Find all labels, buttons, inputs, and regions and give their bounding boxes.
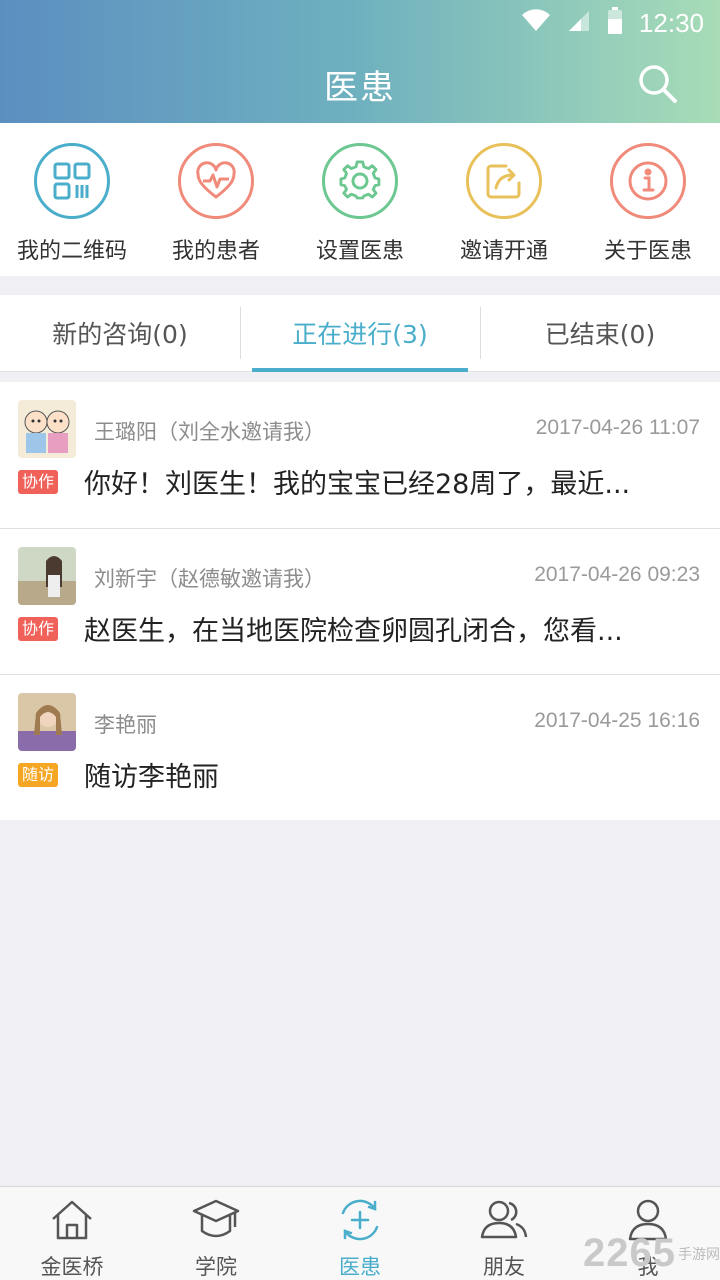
nav-home-label: 金医桥 (40, 1255, 104, 1279)
consult-time: 2017-04-26 09:23 (534, 563, 700, 586)
qrcode-icon (34, 143, 110, 219)
consult-time: 2017-04-25 16:16 (534, 709, 700, 732)
patient-name: 刘新宇（赵德敏邀请我） (94, 567, 325, 591)
avatar (18, 400, 76, 458)
consult-list: 王璐阳（刘全水邀请我） 2017-04-26 11:07 协作 你好！刘医生！我… (0, 382, 720, 820)
heart-pulse-icon (178, 143, 254, 219)
status-badge: 随访 (18, 763, 59, 787)
graduation-cap-icon (191, 1197, 241, 1247)
nav-home[interactable]: 金医桥 (0, 1187, 144, 1280)
nav-doctor-patient-label: 医患 (339, 1255, 381, 1279)
signal-icon (567, 9, 591, 37)
consult-message: 你好！刘医生！我的宝宝已经28周了，最近... (84, 469, 631, 500)
about-label: 关于医患 (603, 239, 692, 264)
wifi-icon (521, 9, 551, 37)
nav-academy[interactable]: 学院 (144, 1187, 288, 1280)
about-button[interactable]: 关于医患 (576, 123, 720, 276)
my-patients-label: 我的患者 (171, 239, 260, 264)
consult-row[interactable]: 李艳丽 2017-04-25 16:16 随访 随访李艳丽 (0, 674, 720, 820)
settings-button[interactable]: 设置医患 (288, 123, 432, 276)
invite-button[interactable]: 邀请开通 (432, 123, 576, 276)
patient-name: 李艳丽 (94, 713, 157, 737)
title-bar: 医患 (0, 46, 720, 123)
avatar (18, 693, 76, 751)
gear-icon (322, 143, 398, 219)
quick-actions: 我的二维码 我的患者 设置医患 邀请开通 关于医患 (0, 123, 720, 276)
status-time: 12:30 (638, 7, 704, 38)
info-icon (610, 143, 686, 219)
watermark-number: 2265 (583, 1231, 676, 1275)
friends-icon (479, 1197, 529, 1247)
nav-doctor-patient[interactable]: 医患 (288, 1187, 432, 1280)
invite-label: 邀请开通 (459, 239, 548, 264)
battery-icon (607, 7, 623, 39)
patient-name: 王璐阳（刘全水邀请我） (94, 420, 325, 444)
watermark: 2265 手游网 (583, 1231, 720, 1276)
doctor-patient-icon (335, 1197, 385, 1247)
consult-message: 随访李艳丽 (84, 762, 219, 793)
share-icon (466, 143, 542, 219)
nav-friends[interactable]: 朋友 (432, 1187, 576, 1280)
status-bar: 12:30 (0, 0, 720, 46)
home-icon (49, 1197, 95, 1247)
consult-row[interactable]: 刘新宇（赵德敏邀请我） 2017-04-26 09:23 协作 赵医生，在当地医… (0, 528, 720, 674)
app-header: 12:30 医患 (0, 0, 720, 123)
nav-friends-label: 朋友 (483, 1255, 525, 1279)
consult-tabs: 新的咨询(0) 正在进行(3) 已结束(0) (0, 295, 720, 372)
qrcode-label: 我的二维码 (16, 239, 127, 264)
qrcode-button[interactable]: 我的二维码 (0, 123, 144, 276)
bottom-nav: 金医桥 学院 医患 朋友 我 2265 手游网 (0, 1186, 720, 1280)
avatar (18, 547, 76, 605)
nav-academy-label: 学院 (195, 1255, 237, 1279)
tab-finished[interactable]: 已结束(0) (480, 295, 720, 372)
watermark-text: 手游网 (678, 1245, 720, 1262)
status-badge: 协作 (18, 470, 59, 494)
consult-time: 2017-04-26 11:07 (535, 416, 700, 439)
search-icon[interactable] (636, 62, 680, 106)
consult-row[interactable]: 王璐阳（刘全水邀请我） 2017-04-26 11:07 协作 你好！刘医生！我… (0, 382, 720, 528)
my-patients-button[interactable]: 我的患者 (144, 123, 288, 276)
page-title: 医患 (324, 68, 396, 108)
status-badge: 协作 (18, 617, 59, 641)
tab-in-progress[interactable]: 正在进行(3) (240, 295, 480, 372)
consult-message: 赵医生，在当地医院检查卵圆孔闭合，您看... (84, 616, 623, 647)
settings-label: 设置医患 (315, 239, 404, 264)
tab-new-consults[interactable]: 新的咨询(0) (0, 295, 240, 372)
